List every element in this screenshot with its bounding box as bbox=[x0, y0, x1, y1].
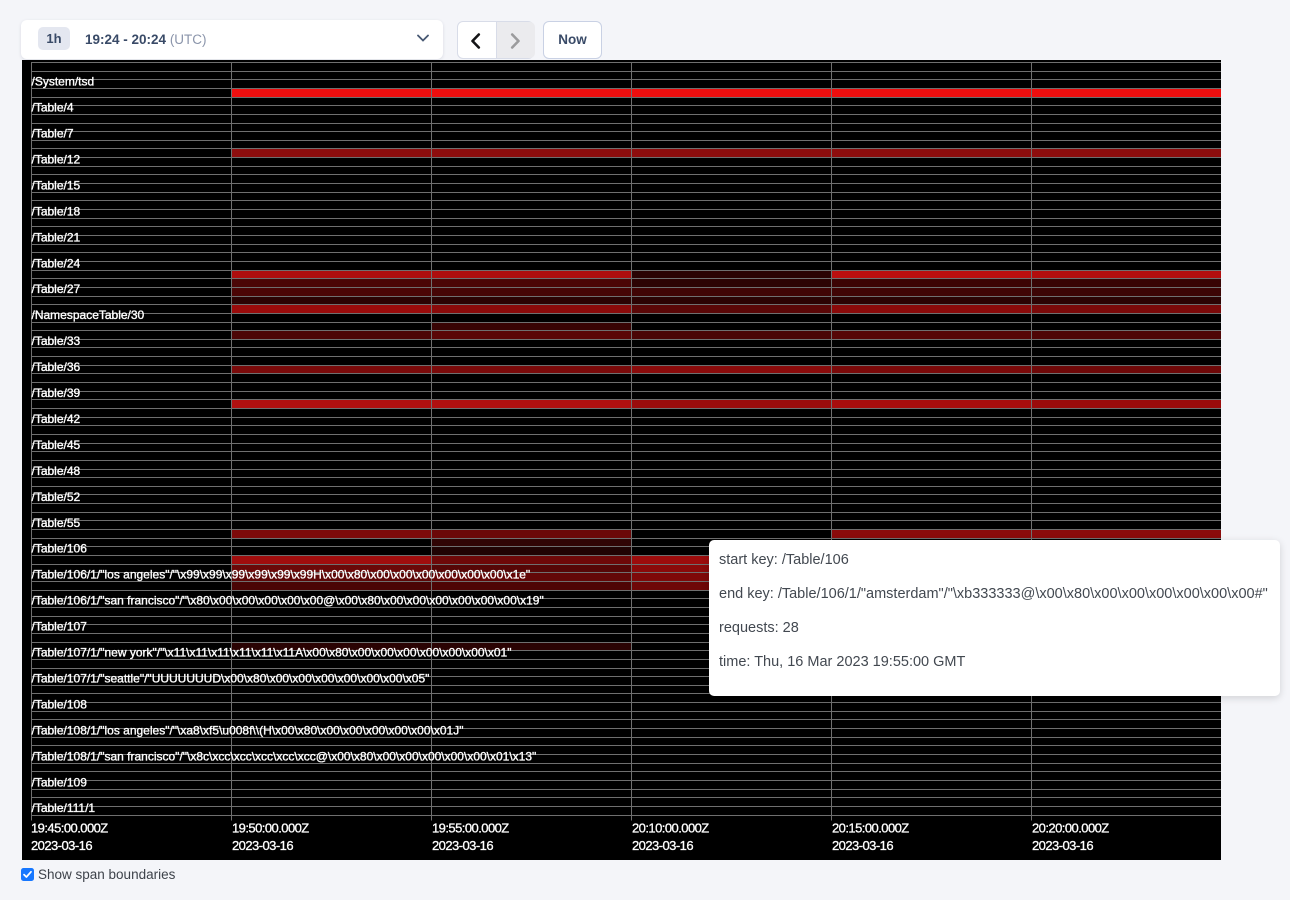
svg-text:/Table/21: /Table/21 bbox=[32, 230, 81, 244]
svg-text:/Table/24: /Table/24 bbox=[32, 256, 81, 270]
svg-text:/Table/18: /Table/18 bbox=[32, 204, 81, 218]
svg-text:19:45:00.000Z: 19:45:00.000Z bbox=[31, 821, 108, 836]
svg-text:/Table/107/1/"seattle"/"UUUUUU: /Table/107/1/"seattle"/"UUUUUUUD\x00\x80… bbox=[32, 671, 430, 685]
svg-text:/Table/12: /Table/12 bbox=[32, 152, 81, 166]
svg-text:/NamespaceTable/30: /NamespaceTable/30 bbox=[32, 308, 145, 322]
svg-text:/Table/55: /Table/55 bbox=[32, 516, 81, 530]
svg-text:19:50:00.000Z: 19:50:00.000Z bbox=[232, 821, 309, 836]
svg-text:2023-03-16: 2023-03-16 bbox=[1032, 838, 1093, 853]
svg-text:/Table/15: /Table/15 bbox=[32, 178, 81, 192]
svg-text:/Table/39: /Table/39 bbox=[32, 386, 81, 400]
svg-text:/Table/42: /Table/42 bbox=[32, 412, 81, 426]
svg-text:2023-03-16: 2023-03-16 bbox=[31, 838, 92, 853]
svg-text:/Table/7: /Table/7 bbox=[32, 127, 74, 141]
svg-text:2023-03-16: 2023-03-16 bbox=[832, 838, 893, 853]
svg-text:2023-03-16: 2023-03-16 bbox=[432, 838, 493, 853]
svg-text:/Table/108/1/"los angeles"/"\x: /Table/108/1/"los angeles"/"\xa8\xf5\u00… bbox=[32, 723, 464, 737]
svg-text:19:55:00.000Z: 19:55:00.000Z bbox=[432, 821, 509, 836]
svg-text:/Table/106/1/"los angeles"/"\x: /Table/106/1/"los angeles"/"\x99\x99\x99… bbox=[32, 568, 531, 582]
svg-text:/Table/4: /Table/4 bbox=[32, 101, 74, 115]
svg-text:/Table/27: /Table/27 bbox=[32, 282, 81, 296]
svg-text:/Table/33: /Table/33 bbox=[32, 334, 81, 348]
svg-text:/Table/48: /Table/48 bbox=[32, 464, 81, 478]
svg-text:/System/tsd: /System/tsd bbox=[32, 75, 95, 89]
svg-text:/Table/109: /Table/109 bbox=[32, 775, 88, 789]
svg-text:/Table/108: /Table/108 bbox=[32, 697, 88, 711]
svg-text:20:10:00.000Z: 20:10:00.000Z bbox=[632, 821, 709, 836]
svg-text:/Table/36: /Table/36 bbox=[32, 360, 81, 374]
svg-text:/Table/107: /Table/107 bbox=[32, 620, 88, 634]
svg-text:/Table/111/1: /Table/111/1 bbox=[32, 801, 96, 815]
svg-text:/Table/45: /Table/45 bbox=[32, 438, 81, 452]
svg-text:/Table/107/1/"new york"/"\x11\: /Table/107/1/"new york"/"\x11\x11\x11\x1… bbox=[32, 646, 512, 660]
svg-text:2023-03-16: 2023-03-16 bbox=[232, 838, 293, 853]
svg-text:20:15:00.000Z: 20:15:00.000Z bbox=[832, 821, 909, 836]
svg-text:20:20:00.000Z: 20:20:00.000Z bbox=[1032, 821, 1109, 836]
svg-text:/Table/108/1/"san francisco"/": /Table/108/1/"san francisco"/"\x8c\xcc\x… bbox=[32, 749, 537, 763]
svg-text:/Table/52: /Table/52 bbox=[32, 490, 81, 504]
svg-text:/Table/106/1/"san francisco"/": /Table/106/1/"san francisco"/"\x80\x00\x… bbox=[32, 594, 544, 608]
svg-text:2023-03-16: 2023-03-16 bbox=[632, 838, 693, 853]
svg-text:/Table/106: /Table/106 bbox=[32, 542, 88, 556]
